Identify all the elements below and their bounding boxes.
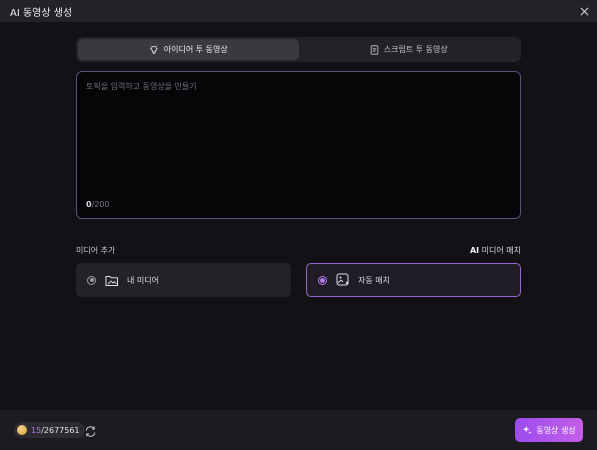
my-media-radio[interactable] (87, 275, 96, 285)
footer-bar: 15/2677561 동영상 생성 (0, 410, 597, 450)
my-media-label: 내 미디어 (127, 275, 159, 285)
tab-idea-to-video[interactable]: 아이디어 투 동영상 (78, 39, 299, 60)
document-icon (370, 44, 379, 55)
sparkle-icon (523, 425, 532, 435)
credits-total: /2677561 (41, 425, 80, 435)
generate-video-button[interactable]: 동영상 생성 (515, 418, 583, 442)
ai-media-match-label: AI 미디어 매치 (470, 245, 521, 256)
lightbulb-icon (149, 45, 158, 54)
prompt-input[interactable] (86, 81, 506, 181)
mode-tabs: 아이디어 투 동영상 스크립트 투 동영상 (76, 37, 521, 62)
credits-used: 15 (31, 425, 42, 435)
window-title: AI 동영상 생성 (10, 7, 73, 19)
title-bar: AI 동영상 생성 (0, 0, 597, 22)
character-max: /200 (91, 200, 110, 209)
tab-label: 아이디어 투 동영상 (163, 45, 228, 54)
refresh-icon[interactable] (84, 423, 98, 437)
image-sparkle-icon (335, 273, 350, 288)
auto-match-option[interactable]: 자동 매치 (306, 263, 521, 297)
character-counter: 0/200 (86, 200, 110, 209)
ai-label-suffix: 미디어 매치 (479, 246, 521, 255)
credits-badge: 15/2677561 (14, 422, 85, 438)
auto-match-radio[interactable] (318, 275, 327, 285)
my-media-option[interactable]: 내 미디어 (76, 263, 291, 297)
auto-match-label: 자동 매치 (358, 275, 390, 285)
coin-icon (17, 425, 27, 435)
generate-label: 동영상 생성 (536, 425, 576, 435)
close-icon[interactable] (577, 4, 591, 18)
media-section-label: 미디어 추가 (76, 246, 116, 255)
tab-label: 스크립트 투 동영상 (383, 45, 448, 54)
prompt-box: 0/200 (76, 71, 521, 219)
ai-label-prefix: AI (469, 246, 480, 255)
folder-image-icon (104, 273, 119, 288)
tab-script-to-video[interactable]: 스크립트 투 동영상 (299, 39, 520, 60)
